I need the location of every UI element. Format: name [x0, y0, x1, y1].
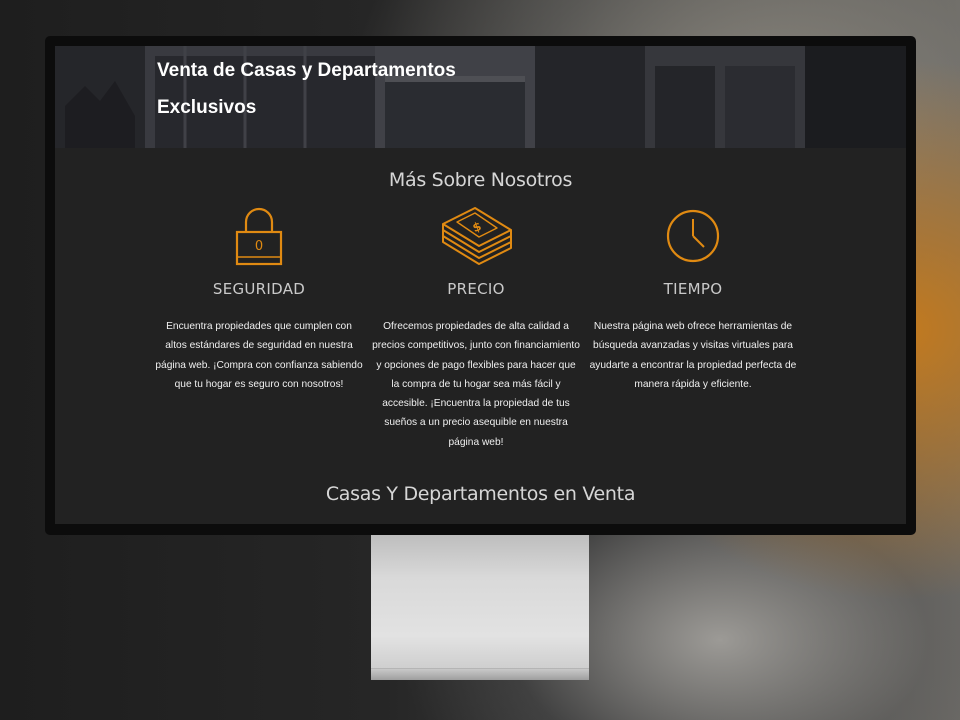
feature-text-time: Nuestra página web ofrece herramientas d… [589, 321, 797, 390]
feature-security: 0 SEGURIDAD Encuentra propiedades que cu… [154, 206, 364, 394]
hero-title: Venta de Casas y Departamentos Exclusivo… [157, 52, 557, 126]
about-section-title: Más Sobre Nosotros [388, 169, 573, 191]
feature-title-time: TIEMPO [663, 280, 723, 298]
feature-price: $ PRECIO Ofrecemos propiedades de alta c… [371, 206, 581, 452]
monitor-frame: Venta de Casas y Departamentos Exclusivo… [45, 36, 916, 535]
padlock-icon: 0 [154, 206, 364, 270]
listings-section-title: Casas Y Departamentos en Venta [325, 483, 636, 505]
clock-icon [588, 206, 798, 270]
monitor-stand [371, 534, 589, 680]
feature-text-security: Encuentra propiedades que cumplen con al… [155, 321, 363, 390]
feature-time: TIEMPO Nuestra página web ofrece herrami… [588, 206, 798, 394]
feature-title-price: PRECIO [447, 280, 505, 298]
feature-title-security: SEGURIDAD [212, 280, 306, 298]
feature-text-price: Ofrecemos propiedades de alta calidad a … [372, 321, 580, 448]
hero-title-line-2: Exclusivos [157, 97, 257, 118]
hero-banner: Venta de Casas y Departamentos Exclusivo… [55, 46, 906, 148]
monitor-stand-base [371, 668, 589, 680]
svg-text:0: 0 [255, 239, 263, 254]
website-screen: Venta de Casas y Departamentos Exclusivo… [55, 46, 906, 524]
money-stack-icon: $ [371, 206, 581, 270]
hero-title-line-1: Venta de Casas y Departamentos [157, 60, 456, 81]
